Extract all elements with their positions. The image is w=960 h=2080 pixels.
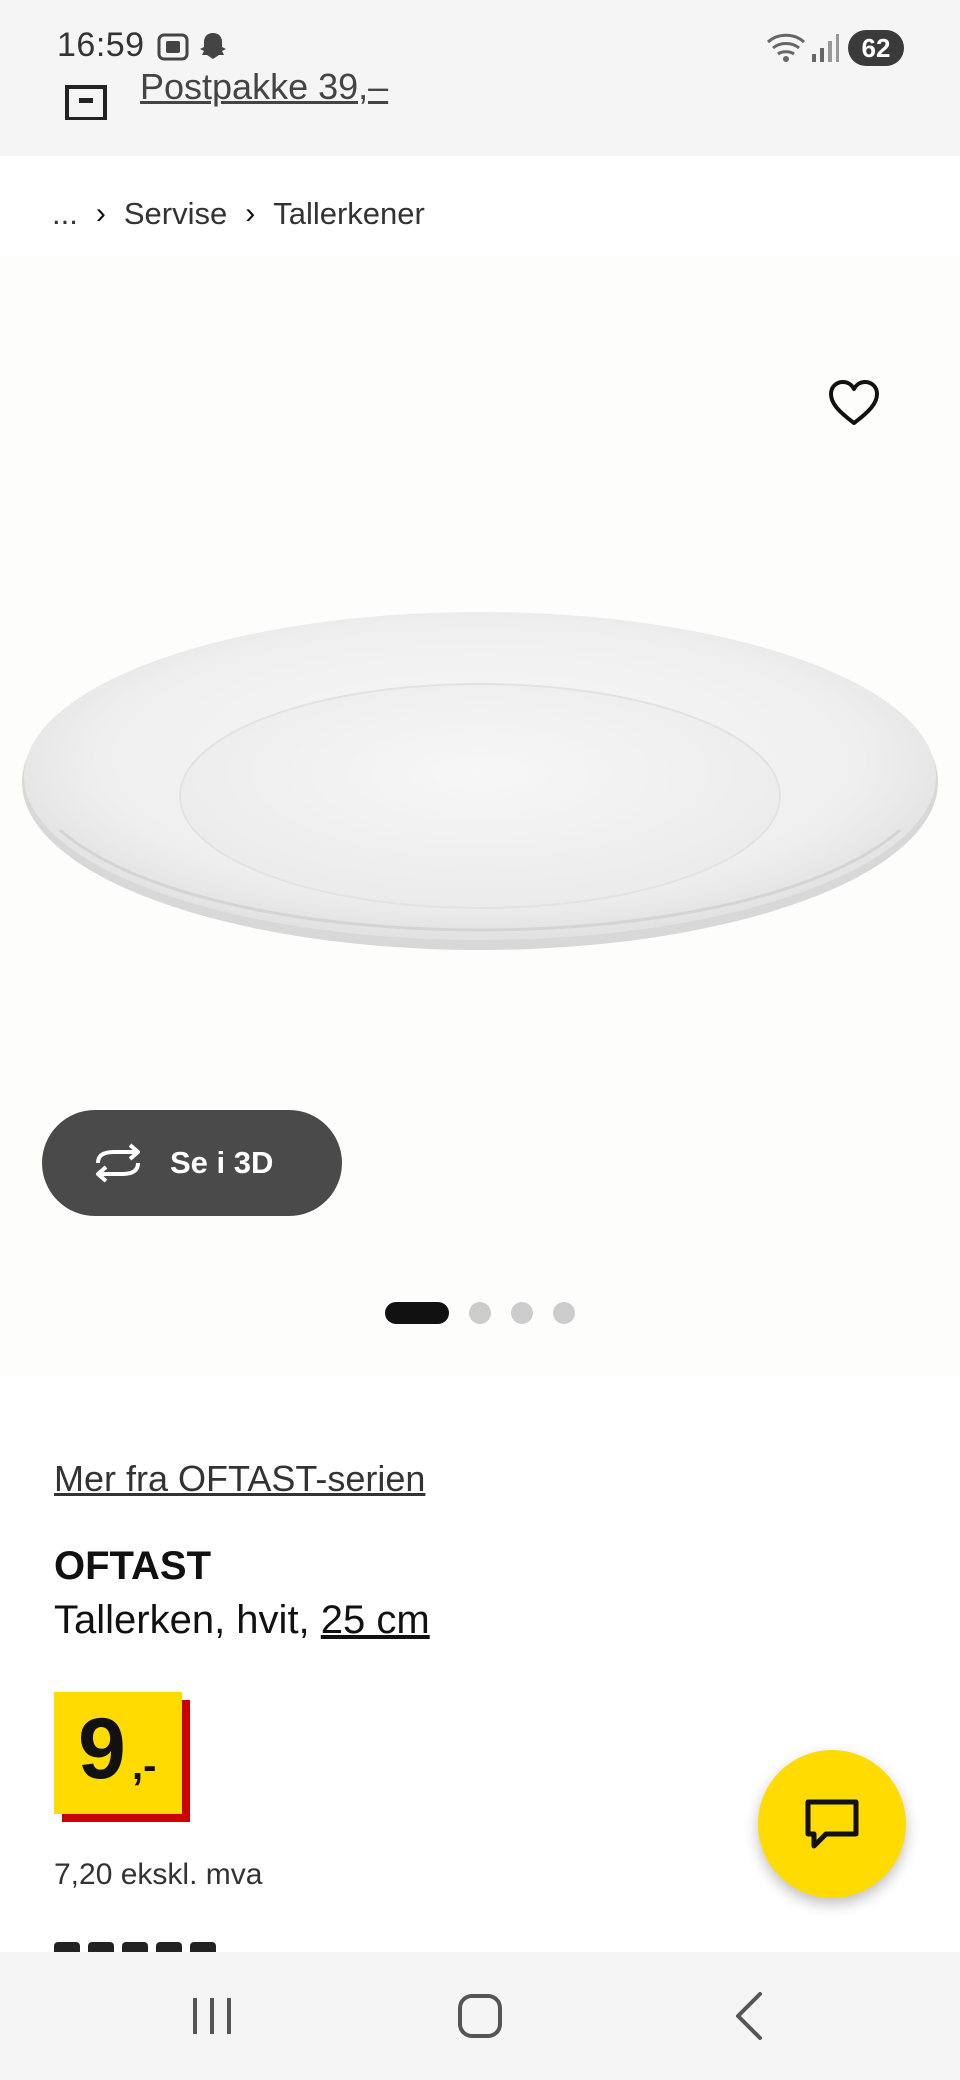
product-description-text: Tallerken, hvit,: [54, 1598, 321, 1642]
pagination-dot-active[interactable]: [385, 1302, 449, 1324]
chat-button[interactable]: [758, 1750, 906, 1898]
chat-bubble-icon: [805, 1799, 859, 1849]
rotate-3d-icon: [96, 1143, 140, 1183]
star-icon: [54, 1942, 80, 1952]
heart-icon: [829, 380, 879, 425]
price-value: 9: [78, 1701, 126, 1797]
package-icon: [64, 84, 108, 120]
breadcrumb-item-servise[interactable]: Servise: [124, 196, 227, 232]
product-name: OFTAST: [54, 1544, 212, 1588]
back-icon[interactable]: [722, 1986, 782, 2046]
view-3d-button[interactable]: Se i 3D: [42, 1110, 342, 1216]
price-tag-box: 9 ,-: [54, 1692, 182, 1814]
product-image-plate[interactable]: [20, 600, 940, 965]
promo-link[interactable]: Postpakke 39,–: [140, 66, 388, 108]
home-icon[interactable]: [450, 1986, 510, 2046]
price-ex-vat: 7,20 ekskl. mva: [54, 1858, 263, 1891]
star-icon: [122, 1942, 148, 1952]
delivery-promo[interactable]: Postpakke 39,–: [0, 60, 960, 120]
pagination-dot[interactable]: [469, 1302, 491, 1324]
breadcrumb-item-tallerkener[interactable]: Tallerkener: [273, 196, 425, 232]
pagination-dot[interactable]: [553, 1302, 575, 1324]
star-icon: [88, 1942, 114, 1952]
price-suffix: ,-: [132, 1744, 157, 1788]
chevron-right-icon: ›: [245, 197, 256, 230]
breadcrumb: ... › Servise › Tallerkener: [52, 192, 425, 236]
top-area: 16:59 62 Postpakke 39,–: [0, 0, 960, 156]
view-3d-label: Se i 3D: [170, 1145, 274, 1180]
pagination-dot[interactable]: [511, 1302, 533, 1324]
recent-apps-icon[interactable]: [182, 1986, 242, 2046]
system-nav-bar: [0, 1952, 960, 2080]
favorite-button[interactable]: [826, 376, 882, 432]
product-size-link[interactable]: 25 cm: [321, 1598, 430, 1642]
product-description: Tallerken, hvit, 25 cm: [54, 1598, 430, 1643]
chevron-right-icon: ›: [95, 197, 106, 230]
breadcrumb-ellipsis[interactable]: ...: [52, 196, 78, 232]
star-icon: [156, 1942, 182, 1952]
price-tag: 9 ,-: [54, 1692, 190, 1822]
series-link[interactable]: Mer fra OFTAST-serien: [54, 1458, 425, 1500]
rating-stars-partial[interactable]: [54, 1942, 434, 1952]
star-icon: [190, 1942, 216, 1952]
gallery-pagination: [0, 1300, 960, 1326]
